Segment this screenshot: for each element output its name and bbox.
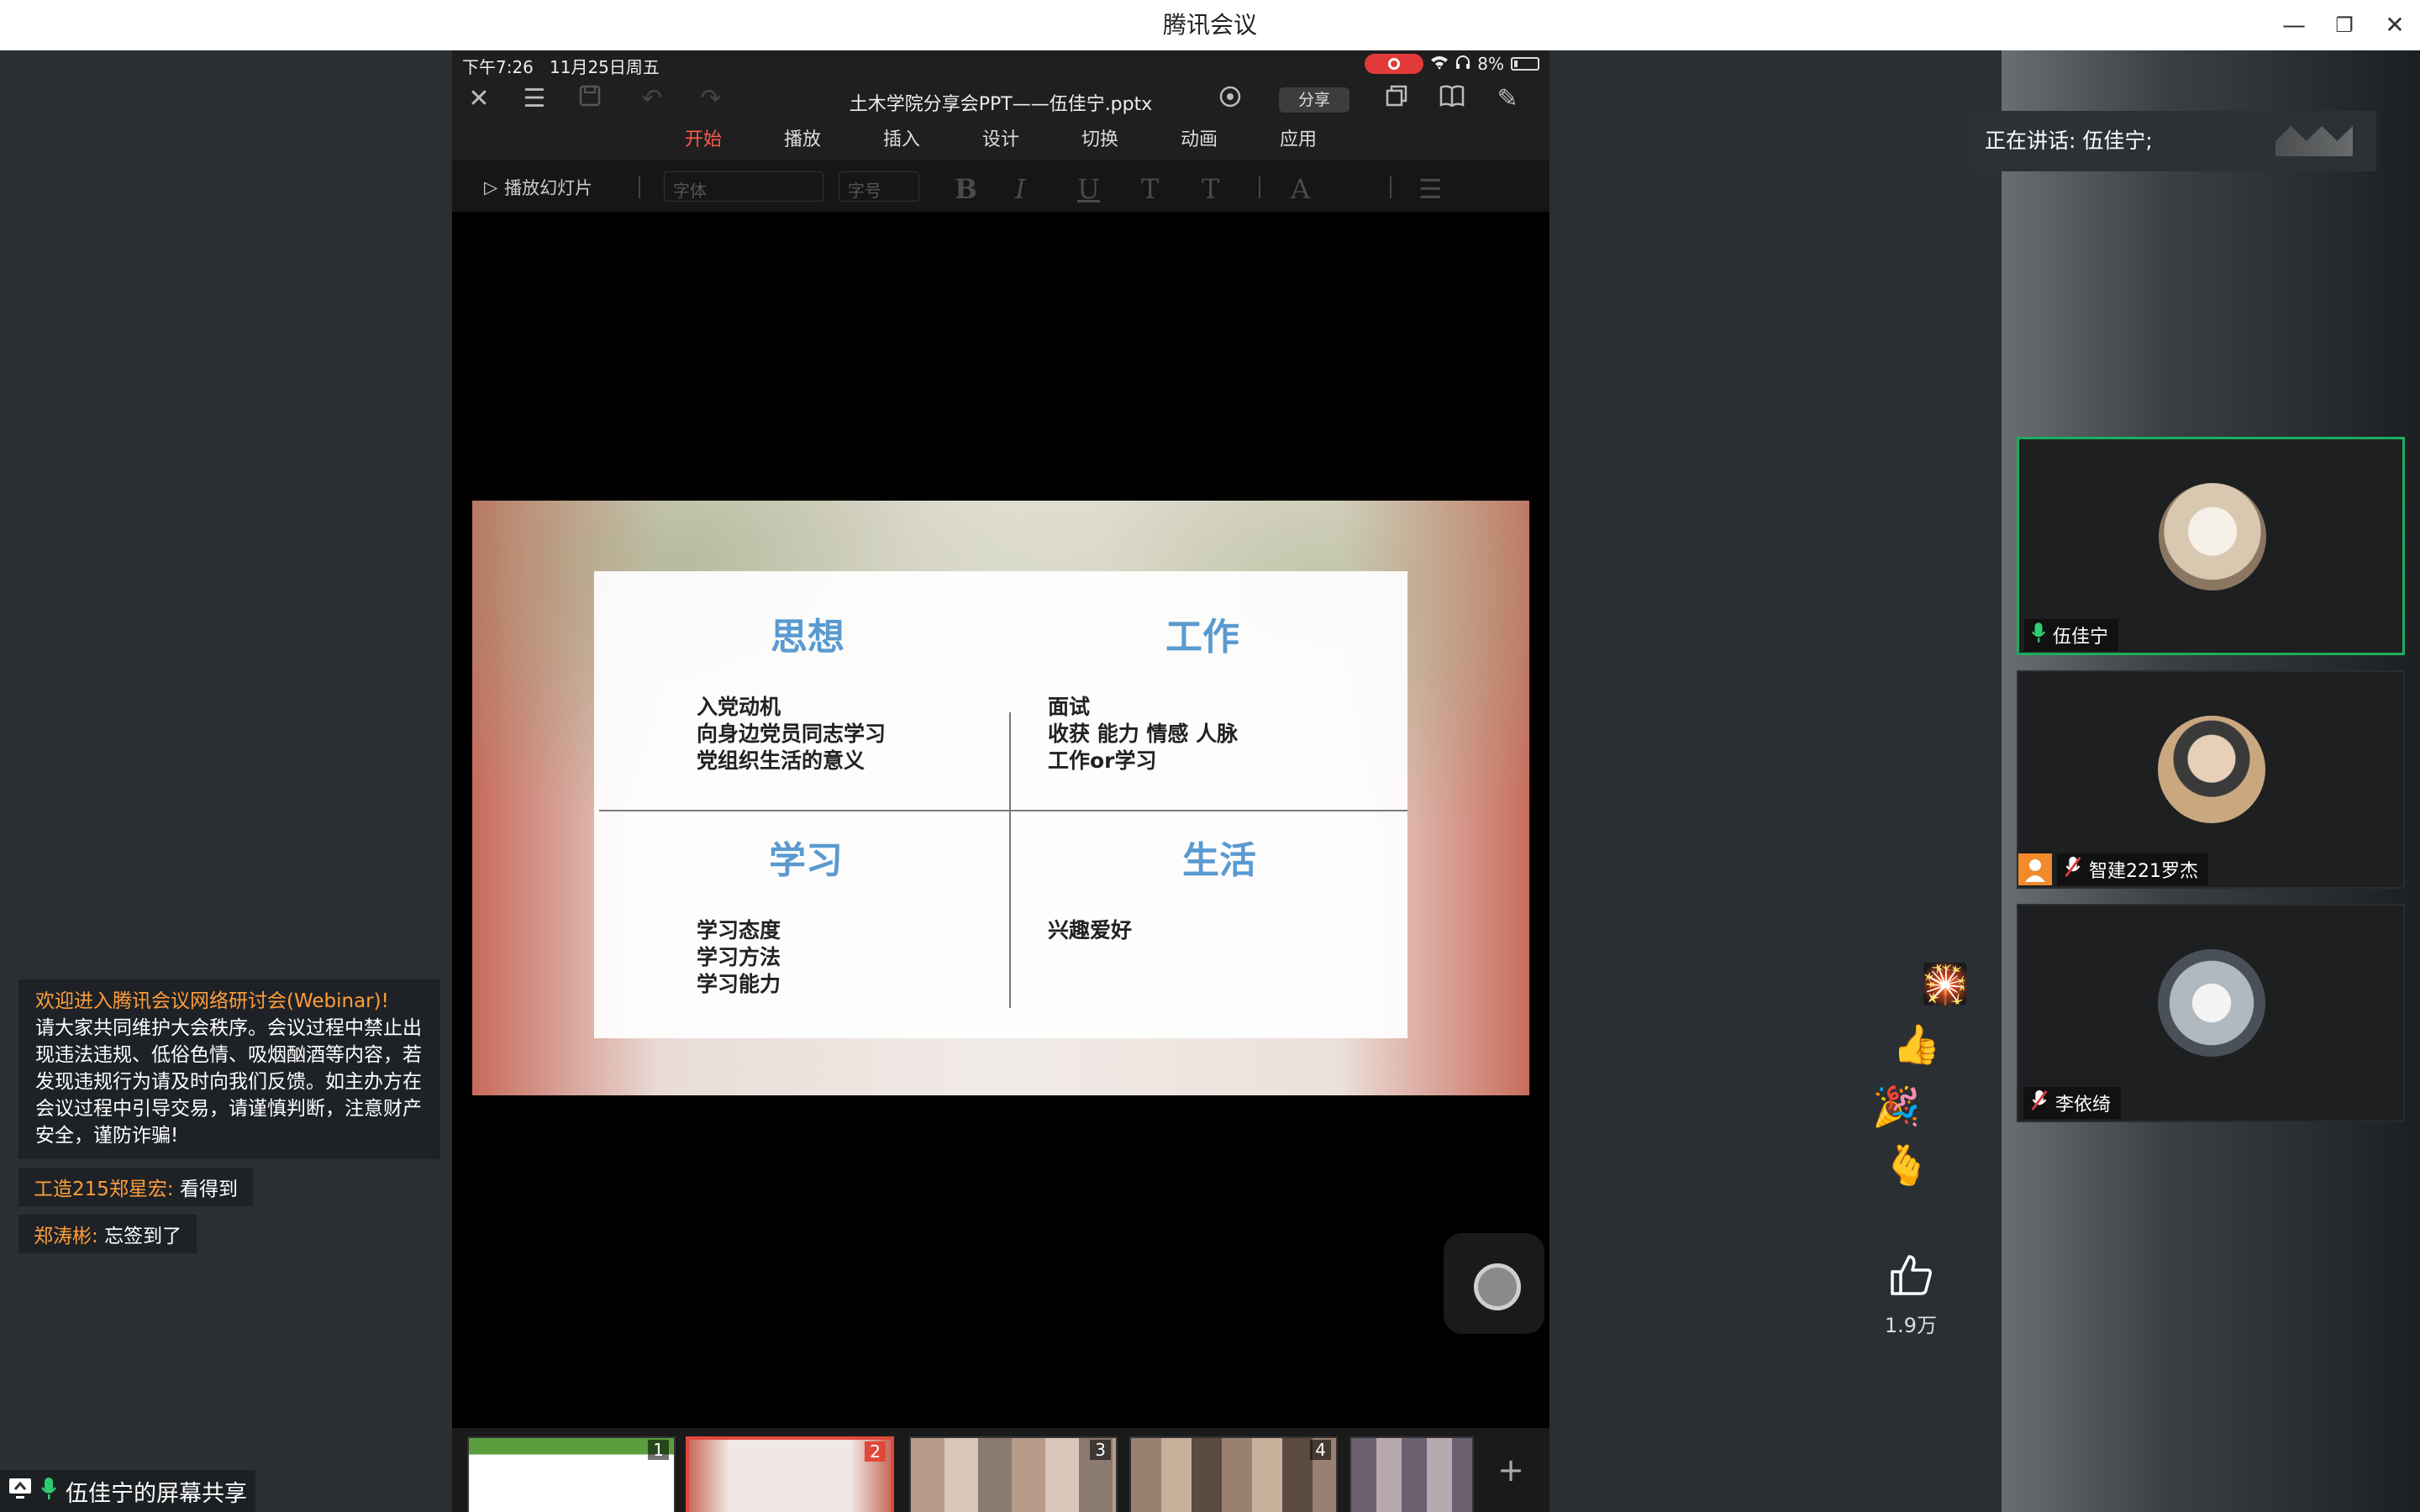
collaborate-icon[interactable] xyxy=(1215,84,1245,114)
ppt-toolbar: ✕ ☰ ↶ ↷ 土木学院分享会PPT——伍佳宁.pptx 分享 ✎ xyxy=(452,77,1549,121)
restore-button[interactable]: ❐ xyxy=(2328,8,2361,42)
participant-name-tag: 智建221罗杰 xyxy=(2057,853,2208,885)
slide-thumbnail-4[interactable]: 4 xyxy=(1129,1436,1338,1512)
current-slide: 思想 入党动机 向身边党员同志学习 党组织生活的意义 工作 面试 收获 能力 情… xyxy=(472,501,1529,1095)
battery-icon xyxy=(1511,57,1539,71)
participant-name-tag: 李依绮 xyxy=(2023,1087,2122,1119)
headphone-icon xyxy=(1455,54,1470,74)
font-color-icon[interactable]: A xyxy=(1291,173,1310,205)
minimize-button[interactable]: — xyxy=(2277,8,2311,42)
italic-icon[interactable]: I xyxy=(1015,173,1026,205)
screen-share-label: 伍佳宁的屏幕共享 xyxy=(0,1470,255,1512)
chat-panel: 欢迎进入腾讯会议网络研讨会(Webinar)! 请大家共同维护大会秩序。会议过程… xyxy=(18,979,440,1253)
menu-start[interactable]: 开始 xyxy=(654,121,753,160)
underline-icon[interactable]: U xyxy=(1077,173,1100,205)
play-icon: ▷ xyxy=(484,177,498,197)
participant-tile[interactable]: 智建221罗杰 xyxy=(2017,670,2405,889)
chat-notice: 欢迎进入腾讯会议网络研讨会(Webinar)! 请大家共同维护大会秩序。会议过程… xyxy=(18,979,440,1159)
recording-indicator xyxy=(1365,54,1424,74)
ppt-menu-bar: 开始 播放 插入 设计 切换 动画 应用 xyxy=(452,121,1549,160)
menu-design[interactable]: 设计 xyxy=(951,121,1050,160)
participant-tile[interactable]: 李依绮 xyxy=(2017,904,2405,1122)
bold-icon[interactable]: B xyxy=(955,173,977,205)
quadrant-title: 生活 xyxy=(1182,839,1256,882)
font-size-select[interactable]: 字号 xyxy=(839,171,919,202)
font-select[interactable]: 字体 xyxy=(664,171,823,202)
quadrant-lines: 学习态度 学习方法 学习能力 xyxy=(697,918,781,996)
participant-name-tag: 伍佳宁 xyxy=(2024,619,2119,651)
chat-message: 工造215郑星宏: 看得到 xyxy=(18,1168,253,1206)
quadrant-lines: 入党动机 向身边党员同志学习 党组织生活的意义 xyxy=(697,695,886,773)
pen-icon[interactable]: ✎ xyxy=(1492,84,1523,114)
battery-percent: 8% xyxy=(1477,54,1504,74)
slide-thumbnail-5[interactable] xyxy=(1349,1436,1474,1512)
quadrant-title: 思想 xyxy=(771,616,844,659)
menu-insert[interactable]: 插入 xyxy=(852,121,951,160)
superscript-icon[interactable]: T xyxy=(1141,173,1159,205)
finger-heart-reaction-icon: 🫰 xyxy=(1882,1142,1931,1188)
mic-off-icon xyxy=(2064,856,2082,883)
mic-on-icon xyxy=(2031,622,2046,648)
party-popper-reaction-icon: 🎉 xyxy=(1872,1084,1921,1129)
share-button[interactable]: 分享 xyxy=(1279,87,1349,113)
like-button[interactable]: 1.9万 xyxy=(1877,1252,1944,1338)
list-icon[interactable]: ☰ xyxy=(1418,173,1443,205)
wifi-icon xyxy=(1430,54,1449,74)
shared-screen: 下午7:26 11月25日周五 8% ✕ ☰ ↶ ↷ 土木学院分享会PPT——伍… xyxy=(452,50,1549,1512)
mic-off-icon xyxy=(2030,1089,2049,1116)
logo-watermark xyxy=(2275,126,2353,156)
quadrant-title: 学习 xyxy=(769,839,843,882)
avatar xyxy=(2158,949,2265,1057)
host-icon xyxy=(2018,853,2052,885)
like-count: 1.9万 xyxy=(1884,1314,1938,1337)
book-icon[interactable] xyxy=(1437,84,1467,114)
title-bar: 腾讯会议 — ❐ ✕ xyxy=(0,0,2420,50)
assistive-touch-button[interactable] xyxy=(1444,1233,1544,1334)
menu-transition[interactable]: 切换 xyxy=(1050,121,1150,160)
subscript-icon[interactable]: T xyxy=(1202,173,1219,205)
avatar xyxy=(2159,483,2266,591)
notice-body: 请大家共同维护大会秩序。会议过程中禁止出现违法违规、低俗色情、吸烟酗酒等内容，若… xyxy=(35,1017,422,1147)
quadrant-lines: 面试 收获 能力 情感 人脉 工作or学习 xyxy=(1048,695,1239,773)
screen-share-icon xyxy=(8,1478,32,1505)
close-window-button[interactable]: ✕ xyxy=(2378,8,2412,42)
avatar xyxy=(2158,716,2265,823)
thumbs-up-icon xyxy=(1887,1252,1934,1299)
chat-message: 郑涛彬: 忘签到了 xyxy=(18,1215,197,1253)
slide-thumbnail-1[interactable]: 1 xyxy=(467,1436,676,1512)
menu-play[interactable]: 播放 xyxy=(753,121,852,160)
slide-card: 思想 入党动机 向身边党员同志学习 党组织生活的意义 工作 面试 收获 能力 情… xyxy=(594,571,1407,1038)
ipad-status-bar: 下午7:26 11月25日周五 8% xyxy=(452,50,1549,77)
thumbs-up-reaction-icon: 👍 xyxy=(1892,1021,1941,1067)
status-date: 11月25日周五 xyxy=(550,57,660,77)
window-title: 腾讯会议 xyxy=(1162,11,1257,39)
quadrant-title: 工作 xyxy=(1165,616,1239,659)
copy-icon[interactable] xyxy=(1381,84,1412,114)
notice-title: 欢迎进入腾讯会议网络研讨会(Webinar)! xyxy=(35,990,389,1012)
format-ribbon: ▷ 播放幻灯片 字体 字号 B I U T T A ☰ xyxy=(452,160,1549,212)
participant-tile[interactable]: 伍佳宁 xyxy=(2017,437,2405,655)
status-time: 下午7:26 xyxy=(462,57,534,77)
play-slideshow-button[interactable]: ▷ 播放幻灯片 xyxy=(484,175,592,200)
quadrant-lines: 兴趣爱好 xyxy=(1048,918,1133,942)
slide-thumbnail-3[interactable]: 3 xyxy=(909,1436,1118,1512)
speaking-indicator: 正在讲话: 伍佳宁; xyxy=(1970,111,2376,171)
slide-thumbnail-2[interactable]: 2 xyxy=(686,1436,894,1512)
add-slide-icon[interactable]: + xyxy=(1494,1452,1528,1488)
mic-on-icon xyxy=(40,1477,57,1506)
menu-apps[interactable]: 应用 xyxy=(1249,121,1348,160)
menu-animation[interactable]: 动画 xyxy=(1150,121,1249,160)
slide-thumbnail-strip: 1 2 3 4 + xyxy=(452,1428,1549,1512)
firework-reaction-icon: 🎇 xyxy=(1921,961,1970,1006)
